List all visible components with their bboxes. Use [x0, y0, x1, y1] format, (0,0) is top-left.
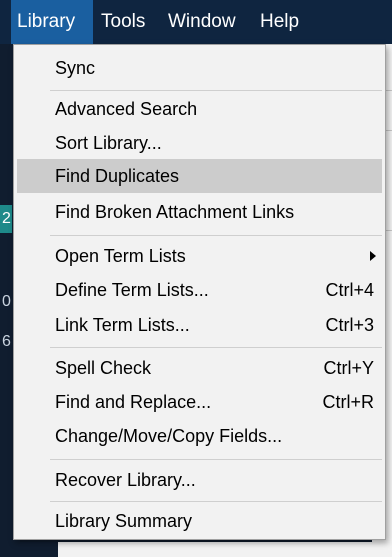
menu-item-label: Find Broken Attachment Links [55, 201, 295, 222]
menu-item-label: Sync [55, 57, 96, 78]
menu-item-label: Link Term Lists... [55, 314, 190, 335]
submenu-arrow-icon [370, 251, 376, 261]
menu-separator [50, 347, 382, 348]
menu-item-shortcut: Ctrl+Y [323, 357, 374, 378]
library-dropdown-menu: Sync Advanced Search Sort Library... Fin… [13, 44, 386, 540]
menubar: Library Tools Window Help [0, 0, 392, 44]
menu-item-label: Change/Move/Copy Fields... [55, 425, 283, 446]
menu-window[interactable]: Window [168, 0, 236, 44]
menu-item-shortcut: Ctrl+3 [325, 314, 374, 335]
background-text-fragment: 2 [2, 210, 11, 227]
menu-item-advanced-search[interactable]: Advanced Search [17, 92, 382, 126]
menu-item-open-term-lists[interactable]: Open Term Lists [17, 239, 382, 273]
menu-item-recover-library[interactable]: Recover Library... [17, 463, 382, 497]
menu-separator [50, 235, 382, 236]
menu-item-label: Find Duplicates [55, 165, 180, 186]
menu-separator [50, 90, 382, 91]
menu-item-library-summary[interactable]: Library Summary [17, 504, 382, 538]
menu-tools[interactable]: Tools [101, 0, 145, 44]
background-text-fragment: 6 [2, 333, 11, 350]
menu-item-sort-library[interactable]: Sort Library... [17, 126, 382, 160]
menu-item-link-term-lists[interactable]: Link Term Lists... Ctrl+3 [17, 308, 382, 342]
menu-item-spell-check[interactable]: Spell Check Ctrl+Y [17, 351, 382, 385]
menu-item-label: Spell Check [55, 357, 152, 378]
menu-item-label: Sort Library... [55, 132, 162, 153]
menu-item-shortcut: Ctrl+4 [325, 279, 374, 300]
menu-item-define-term-lists[interactable]: Define Term Lists... Ctrl+4 [17, 273, 382, 307]
menu-item-label: Library Summary [55, 510, 193, 531]
menu-item-label: Advanced Search [55, 98, 198, 119]
menu-item-sync[interactable]: Sync [17, 51, 382, 85]
background-content-area [58, 542, 392, 557]
background-panel-bottom [0, 542, 392, 557]
menu-separator [50, 459, 382, 460]
menu-item-label: Find and Replace... [55, 391, 212, 412]
menu-library[interactable]: Library [11, 0, 93, 44]
menu-item-find-and-replace[interactable]: Find and Replace... Ctrl+R [17, 385, 382, 419]
menu-item-find-broken-attachment-links[interactable]: Find Broken Attachment Links [17, 195, 382, 229]
menu-item-label: Recover Library... [55, 469, 196, 490]
background-text-fragment: 0 [2, 293, 11, 310]
menu-separator [50, 501, 382, 502]
menu-item-find-duplicates[interactable]: Find Duplicates [17, 159, 382, 193]
menu-item-shortcut: Ctrl+R [322, 391, 374, 412]
menu-item-change-move-copy-fields[interactable]: Change/Move/Copy Fields... [17, 419, 382, 453]
menu-item-label: Define Term Lists... [55, 279, 209, 300]
menu-help[interactable]: Help [260, 0, 299, 44]
menu-item-label: Open Term Lists [55, 245, 186, 266]
